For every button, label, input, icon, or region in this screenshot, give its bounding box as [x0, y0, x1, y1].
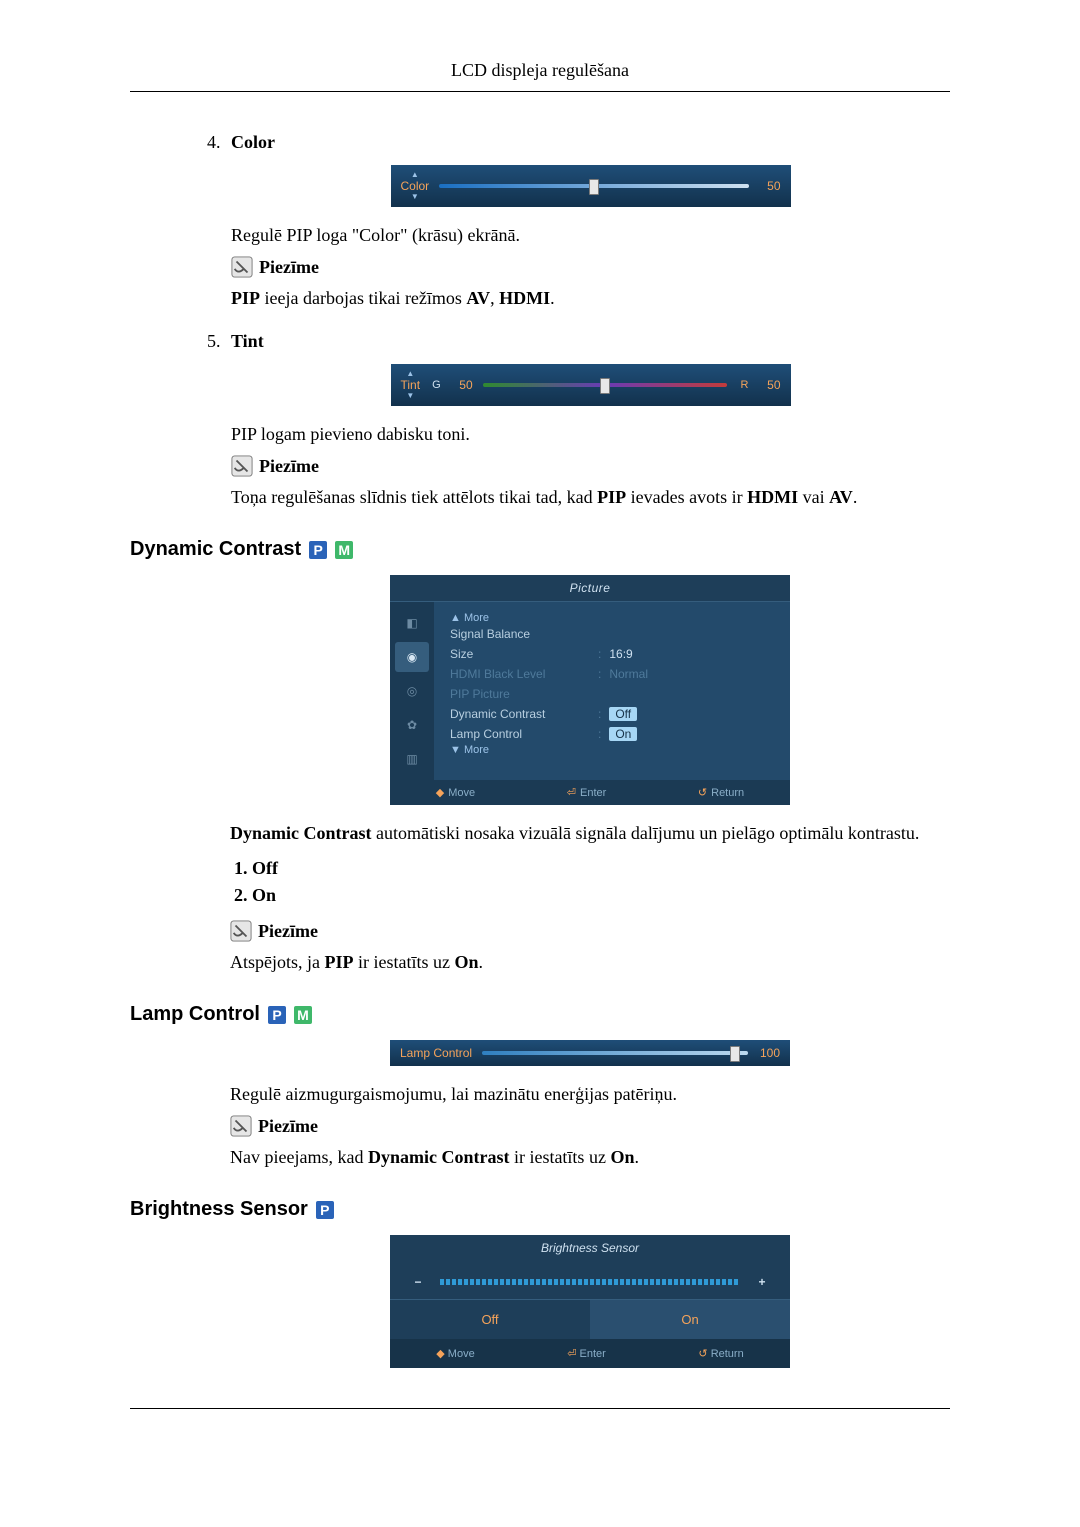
minus-icon: − [410, 1275, 426, 1289]
arrow-up-icon: ▲ [411, 171, 419, 179]
brightness-menu-figure: Brightness Sensor − + Off On ◆ Move ⏎ En… [390, 1235, 790, 1368]
tint-g-value: 50 [451, 378, 473, 392]
menu-icon-sound: ◎ [395, 676, 429, 706]
lamp-note-text: Nav pieejams, kad Dynamic Contrast ir ie… [230, 1147, 950, 1168]
note-icon [230, 920, 252, 942]
menu-icon-picture: ◉ [395, 642, 429, 672]
dynamic-menu-row: Signal Balance [450, 624, 774, 644]
brightness-off-option: Off [390, 1300, 590, 1339]
tint-note-label: Piezīme [259, 456, 319, 477]
dynamic-menu-row: PIP Picture [450, 684, 774, 704]
brightness-menu-title: Brightness Sensor [390, 1235, 790, 1261]
arrow-down-icon: ▼ [411, 193, 419, 201]
heading-lamp-control: Lamp Control P M [130, 1003, 950, 1026]
item-color: Color ▲ Color ▼ 50 Regulē PIP loga "Colo… [225, 132, 950, 309]
p-badge-icon: P [316, 1201, 334, 1219]
color-note-text: PIP ieeja darbojas tikai režīmos AV, HDM… [231, 288, 950, 309]
tint-note-row: Piezīme [231, 455, 950, 477]
color-desc: Regulē PIP loga "Color" (krāsu) ekrānā. [231, 225, 950, 246]
dynamic-menu-footer: ◆Move ⏎Enter ↺Return [390, 780, 790, 805]
arrow-down-icon: ▼ [406, 392, 414, 400]
note-icon [231, 455, 253, 477]
dynamic-note-row: Piezīme [230, 920, 950, 942]
p-badge-icon: P [309, 541, 327, 559]
footer-rule [130, 1408, 950, 1409]
menu-icon-input: ◧ [395, 608, 429, 638]
tint-desc: PIP logam pievieno dabisku toni. [231, 424, 950, 445]
color-slider-label: Color [401, 180, 430, 192]
page-header: LCD displeja regulēšana [130, 60, 950, 92]
menu-icon-multi: ▥ [395, 744, 429, 774]
note-icon [231, 256, 253, 278]
color-slider-track [439, 184, 748, 188]
dynamic-desc: Dynamic Contrast automātiski nosaka vizu… [230, 823, 950, 844]
m-badge-icon: M [294, 1006, 312, 1024]
tint-slider-figure: ▲ Tint ▼ G 50 R 50 [391, 364, 791, 406]
plus-icon: + [754, 1275, 770, 1289]
dynamic-menu-row: HDMI Black Level:Normal [450, 664, 774, 684]
dynamic-option-off: Off [252, 858, 950, 879]
color-slider-figure: ▲ Color ▼ 50 [391, 165, 791, 207]
dynamic-more-up: ▲ More [450, 612, 774, 624]
dynamic-menu-row: Size:16:9 [450, 644, 774, 664]
menu-icon-setup: ✿ [395, 710, 429, 740]
dynamic-menu-sidebar: ◧ ◉ ◎ ✿ ▥ [390, 602, 434, 780]
lamp-note-row: Piezīme [230, 1115, 950, 1137]
arrow-up-icon: ▲ [406, 370, 414, 378]
heading-brightness-sensor: Brightness Sensor P [130, 1198, 950, 1221]
tint-r-label: R [741, 379, 749, 391]
brightness-on-option: On [590, 1300, 790, 1339]
heading-dynamic-contrast: Dynamic Contrast P M [130, 538, 950, 561]
tint-slider-track [483, 383, 727, 387]
dynamic-more-down: ▼ More [450, 744, 774, 756]
p-badge-icon: P [268, 1006, 286, 1024]
item-tint-title: Tint [231, 331, 950, 352]
tint-slider-thumb [600, 378, 610, 394]
brightness-menu-footer: ◆ Move ⏎ Enter ↺ Return [390, 1339, 790, 1368]
dynamic-options-list: Off On [252, 858, 950, 906]
tint-g-label: G [432, 379, 441, 391]
color-slider-thumb [589, 179, 599, 195]
lamp-note-label: Piezīme [258, 1116, 318, 1137]
dynamic-menu-row: Lamp Control:On [450, 724, 774, 744]
m-badge-icon: M [335, 541, 353, 559]
lamp-slider-track [482, 1051, 748, 1055]
color-slider-value: 50 [759, 179, 781, 193]
item-tint: Tint ▲ Tint ▼ G 50 R 50 PIP logam pievie… [225, 331, 950, 508]
lamp-slider-figure: Lamp Control 100 [390, 1040, 790, 1066]
lamp-slider-label: Lamp Control [400, 1046, 472, 1060]
note-icon [230, 1115, 252, 1137]
dynamic-menu-row: Dynamic Contrast:Off [450, 704, 774, 724]
lamp-slider-value: 100 [758, 1046, 780, 1060]
brightness-track [440, 1279, 740, 1285]
tint-note-text: Toņa regulēšanas slīdnis tiek attēlots t… [231, 487, 950, 508]
lamp-desc: Regulē aizmugurgaismojumu, lai mazinātu … [230, 1084, 950, 1105]
lamp-slider-thumb [730, 1046, 740, 1062]
tint-r-value: 50 [759, 378, 781, 392]
item-color-title: Color [231, 132, 950, 153]
dynamic-menu-figure: Picture ◧ ◉ ◎ ✿ ▥ ▲ More Signal BalanceS… [390, 575, 790, 805]
dynamic-option-on: On [252, 885, 950, 906]
dynamic-note-label: Piezīme [258, 921, 318, 942]
tint-slider-label: Tint [401, 379, 421, 391]
dynamic-note-text: Atspējots, ja PIP ir iestatīts uz On. [230, 952, 950, 973]
color-note-row: Piezīme [231, 256, 950, 278]
dynamic-menu-title: Picture [390, 575, 790, 602]
color-note-label: Piezīme [259, 257, 319, 278]
